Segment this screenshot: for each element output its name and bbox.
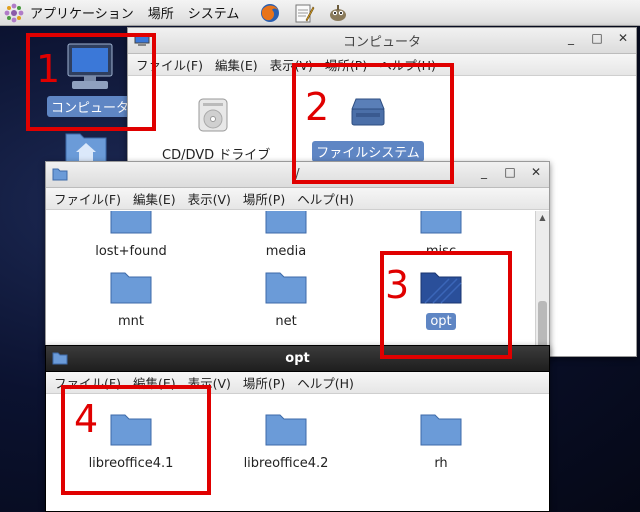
menu-edit[interactable]: 編集(E) [133,189,176,208]
maximize-button[interactable]: □ [590,31,604,45]
folder-label: media [265,244,307,259]
folder-mnt[interactable]: mnt [76,269,186,330]
annotation-number-1: 1 [36,47,61,91]
menu-edit[interactable]: 編集(E) [133,373,176,392]
computer-window-title: コンピュータ [342,35,421,50]
menu-help[interactable]: ヘルプ(H) [379,55,436,74]
folder-icon [265,272,307,304]
filesystem-label: ファイルシステム [312,141,424,162]
folder-label: opt [426,313,456,330]
folder-window-icon [52,168,68,181]
computer-window-icon [134,33,150,46]
cd-drive-icon [198,98,228,132]
folder-icon [420,211,462,234]
menu-edit[interactable]: 編集(E) [215,55,258,74]
root-window-titlebar[interactable]: / _ □ ✕ [46,162,549,188]
opt-window-menubar: ファイル(F) 編集(E) 表示(V) 場所(P) ヘルプ(H) [46,372,549,394]
menu-view[interactable]: 表示(V) [270,55,313,74]
folder-label: rh [434,456,448,471]
cd-drive-item[interactable]: CD/DVD ドライブ [158,95,270,164]
menu-view[interactable]: 表示(V) [188,373,231,392]
folder-rh[interactable]: rh [386,411,496,472]
minimize-button[interactable]: _ [477,165,491,179]
annotation-number-4: 4 [74,397,99,441]
minimize-button[interactable]: _ [564,31,578,45]
menu-help[interactable]: ヘルプ(H) [297,373,354,392]
folder-media[interactable]: media [231,211,341,260]
menu-file[interactable]: ファイル(F) [136,55,203,74]
folder-label: net [275,314,297,329]
opt-window: opt ファイル(F) 編集(E) 表示(V) 場所(P) ヘルプ(H) lib… [45,345,550,512]
computer-window-titlebar[interactable]: コンピュータ _ □ ✕ [128,28,636,54]
computer-window-menubar: ファイル(F) 編集(E) 表示(V) 場所(P) ヘルプ(H) [128,54,636,76]
menu-places[interactable]: 場所(P) [243,189,285,208]
folder-label: libreoffice4.1 [88,456,174,471]
folder-icon [265,414,307,446]
scroll-up-arrow[interactable]: ▲ [536,211,549,225]
folder-icon [265,211,307,234]
folder-icon [110,272,152,304]
opt-window-title: opt [285,351,310,366]
menu-file[interactable]: ファイル(F) [54,189,121,208]
opt-window-titlebar[interactable]: opt [46,346,549,372]
folder-label: misc [425,244,457,259]
folder-label: libreoffice4.2 [243,456,329,471]
menu-file[interactable]: ファイル(F) [54,373,121,392]
desktop-computer-label: コンピュータ [46,96,133,117]
folder-icon [110,414,152,446]
folder-icon [420,414,462,446]
top-panel: アプリケーション 場所 システム [0,0,640,26]
computer-icon [67,43,113,89]
folder-label: lost+found [95,244,167,259]
folder-selected-icon [420,272,462,304]
opt-window-content: libreoffice4.1 libreoffice4.2 rh [46,395,549,511]
menu-help[interactable]: ヘルプ(H) [297,189,354,208]
folder-lost-found[interactable]: lost+found [76,211,186,260]
close-button[interactable]: ✕ [529,165,543,179]
applications-logo-icon[interactable] [4,3,24,23]
menu-places[interactable]: 場所(P) [243,373,285,392]
root-window-menubar: ファイル(F) 編集(E) 表示(V) 場所(P) ヘルプ(H) [46,188,549,210]
annotation-number-3: 3 [385,263,410,307]
folder-misc[interactable]: misc [386,211,496,260]
menu-places[interactable]: 場所(P) [325,55,367,74]
harddisk-icon [351,98,385,126]
root-window-scrollbar[interactable]: ▲ [535,211,549,355]
menu-view[interactable]: 表示(V) [188,189,231,208]
places-menu[interactable]: 場所 [148,3,174,22]
applications-menu[interactable]: アプリケーション [30,3,134,22]
system-menu[interactable]: システム [188,3,240,22]
folder-net[interactable]: net [231,269,341,330]
folder-window-icon [52,352,68,365]
folder-icon [110,211,152,234]
scroll-thumb[interactable] [538,301,547,351]
firefox-icon[interactable] [259,2,281,24]
root-window-title: / [295,167,300,182]
gimp-icon[interactable] [327,2,349,24]
root-window: / _ □ ✕ ファイル(F) 編集(E) 表示(V) 場所(P) ヘルプ(H)… [45,161,550,356]
close-button[interactable]: ✕ [616,31,630,45]
maximize-button[interactable]: □ [503,165,517,179]
annotation-number-2: 2 [305,85,330,129]
folder-label: mnt [118,314,144,329]
text-editor-icon[interactable] [293,2,315,24]
root-window-content: lost+found media misc mnt net opt ▲ [46,211,549,355]
folder-libreoffice42[interactable]: libreoffice4.2 [231,411,341,472]
